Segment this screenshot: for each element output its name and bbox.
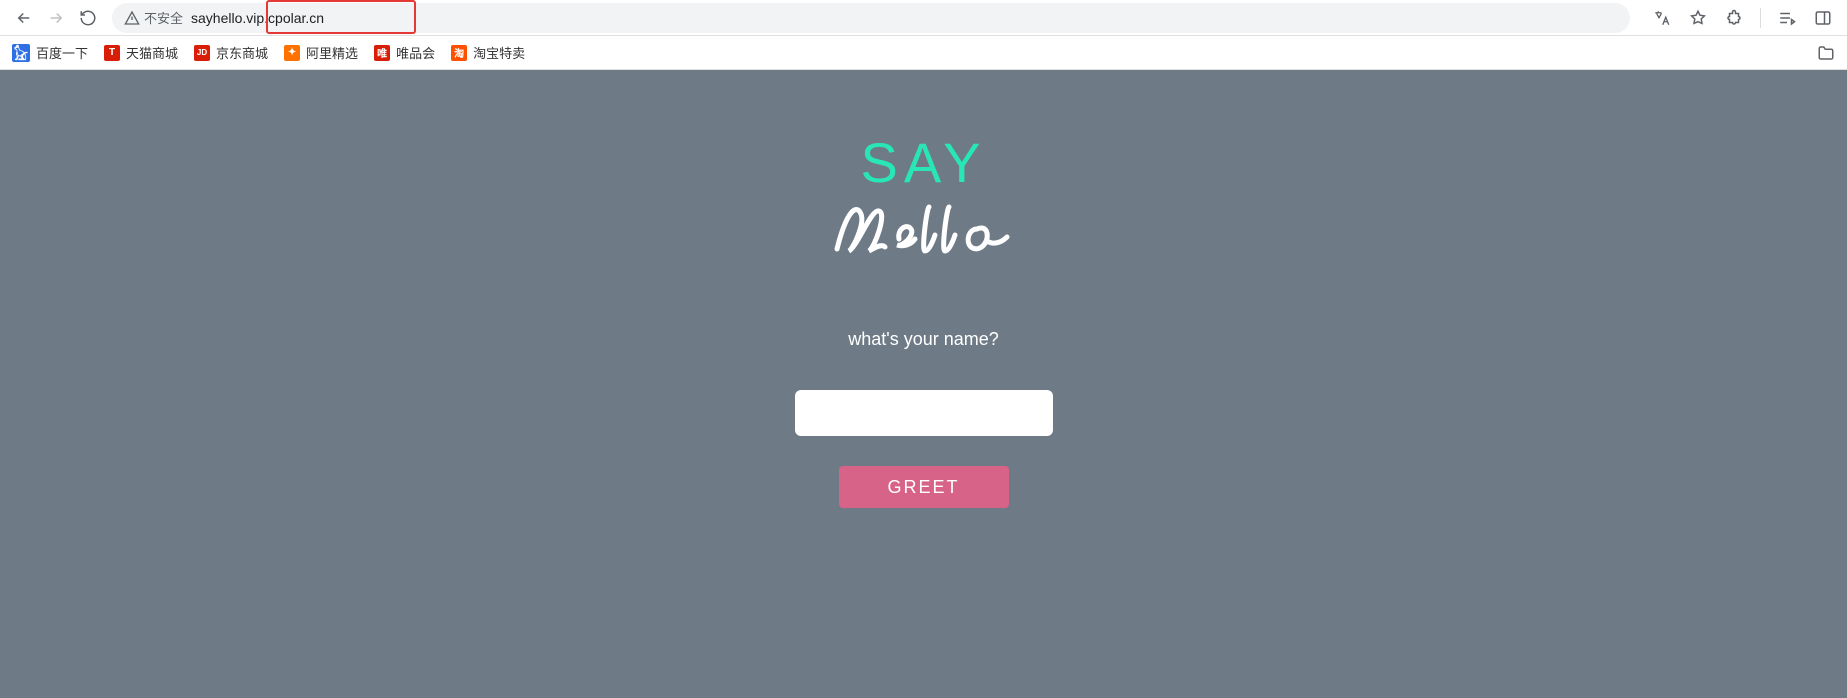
- name-prompt: what's your name?: [848, 329, 999, 350]
- reload-icon: [79, 9, 97, 27]
- bookmark-label: 唯品会: [396, 43, 435, 62]
- site-security-info[interactable]: 不安全: [124, 8, 183, 27]
- bookmark-label: 京东商城: [216, 43, 268, 62]
- arrow-right-icon: [47, 9, 65, 27]
- security-label: 不安全: [144, 8, 183, 27]
- bookmark-ali[interactable]: ✦ 阿里精选: [284, 43, 358, 62]
- name-input[interactable]: [795, 390, 1053, 436]
- back-button[interactable]: [8, 2, 40, 34]
- playlist-button[interactable]: [1771, 2, 1803, 34]
- bookmark-label: 百度一下: [36, 43, 88, 62]
- bookmark-taobao[interactable]: 淘 淘宝特卖: [451, 43, 525, 62]
- page-body: SAY what's your name? GREET: [0, 70, 1847, 698]
- warning-icon: [124, 10, 140, 26]
- translate-icon: [1653, 9, 1671, 27]
- sidepanel-button[interactable]: [1807, 2, 1839, 34]
- bookmark-label: 阿里精选: [306, 43, 358, 62]
- puzzle-icon: [1725, 9, 1743, 27]
- hello-script-icon: [829, 189, 1019, 269]
- toolbar-right: [1646, 2, 1839, 34]
- toolbar-divider: [1760, 8, 1761, 28]
- bookmark-star-button[interactable]: [1682, 2, 1714, 34]
- bookmark-vip[interactable]: 唯 唯品会: [374, 43, 435, 62]
- address-bar[interactable]: 不安全 sayhello.vip.cpolar.cn: [112, 3, 1630, 33]
- paw-icon: 𓃠: [12, 44, 30, 62]
- url-text: sayhello.vip.cpolar.cn: [191, 10, 324, 26]
- translate-button[interactable]: [1646, 2, 1678, 34]
- bookmark-jd[interactable]: JD 京东商城: [194, 43, 268, 62]
- taobao-icon: 淘: [451, 45, 467, 61]
- tmall-icon: T: [104, 45, 120, 61]
- bookmark-label: 淘宝特卖: [473, 43, 525, 62]
- playlist-icon: [1778, 9, 1796, 27]
- reload-button[interactable]: [72, 2, 104, 34]
- star-icon: [1689, 9, 1707, 27]
- extensions-button[interactable]: [1718, 2, 1750, 34]
- heading-say: SAY: [861, 130, 987, 195]
- jd-icon: JD: [194, 45, 210, 61]
- ali-icon: ✦: [284, 45, 300, 61]
- folder-icon: [1817, 44, 1835, 62]
- browser-toolbar: 不安全 sayhello.vip.cpolar.cn: [0, 0, 1847, 36]
- heading-hello: [829, 189, 1019, 269]
- forward-button: [40, 2, 72, 34]
- bookmark-tmall[interactable]: T 天猫商城: [104, 43, 178, 62]
- bookmark-label: 天猫商城: [126, 43, 178, 62]
- bookmarks-overflow[interactable]: [1817, 44, 1835, 62]
- arrow-left-icon: [15, 9, 33, 27]
- vip-icon: 唯: [374, 45, 390, 61]
- bookmark-baidu[interactable]: 𓃠 百度一下: [12, 43, 88, 62]
- sidepanel-icon: [1814, 9, 1832, 27]
- bookmarks-bar: 𓃠 百度一下 T 天猫商城 JD 京东商城 ✦ 阿里精选 唯 唯品会 淘 淘宝特…: [0, 36, 1847, 70]
- greet-button[interactable]: GREET: [839, 466, 1009, 508]
